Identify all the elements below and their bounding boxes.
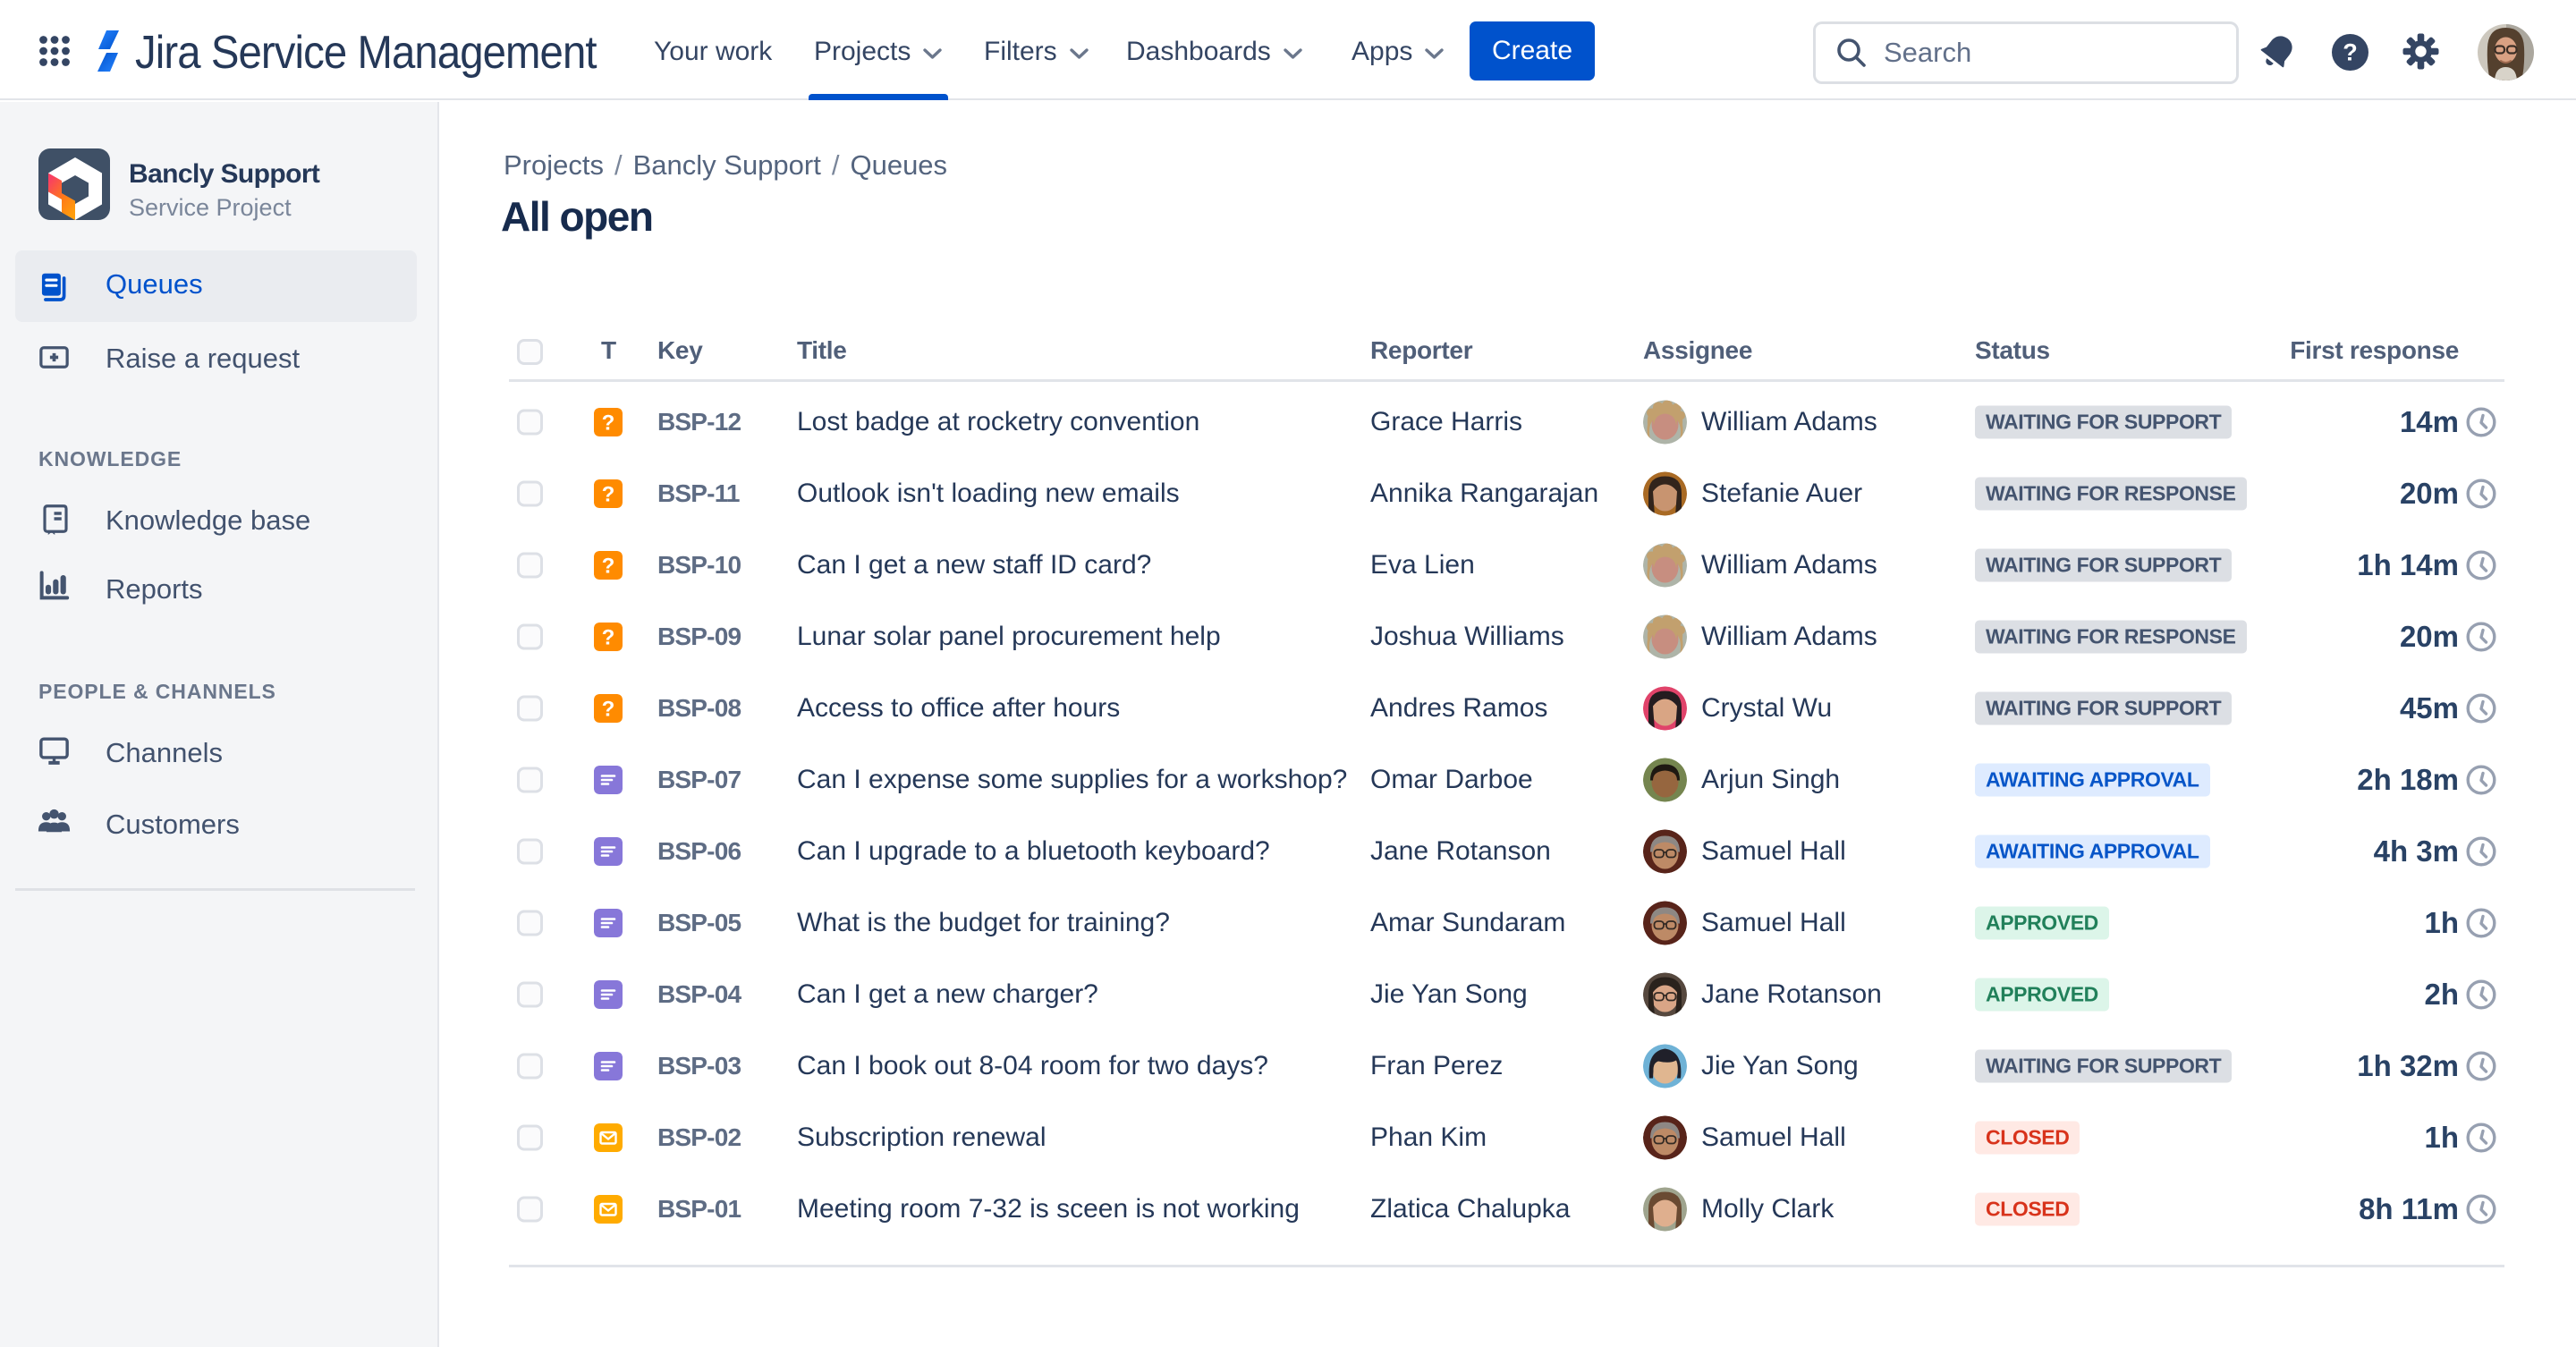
svg-text:?: ? bbox=[602, 483, 615, 507]
svg-text:?: ? bbox=[602, 626, 615, 650]
svg-text:?: ? bbox=[2343, 39, 2358, 66]
svg-text:?: ? bbox=[602, 411, 615, 436]
svg-text:?: ? bbox=[602, 555, 615, 579]
svg-text:?: ? bbox=[602, 698, 615, 722]
